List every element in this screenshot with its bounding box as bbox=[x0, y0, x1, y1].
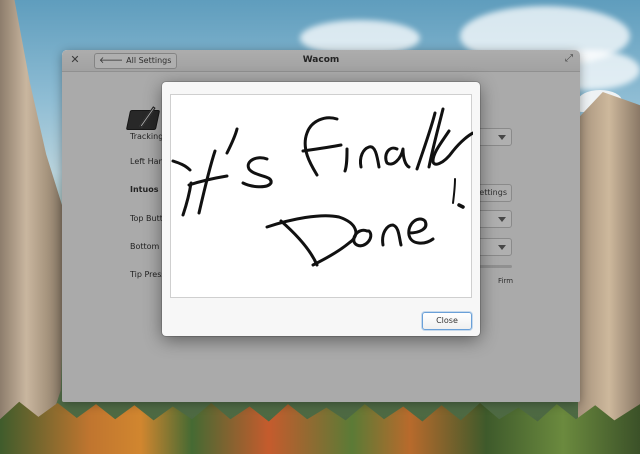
cliff-right bbox=[578, 92, 640, 422]
cliff-left bbox=[0, 0, 66, 454]
handwriting-strokes bbox=[171, 107, 473, 267]
drawing-canvas[interactable] bbox=[170, 94, 473, 298]
close-button[interactable]: Close bbox=[422, 312, 472, 330]
stylus-test-dialog: Close bbox=[162, 82, 480, 336]
forest bbox=[0, 401, 640, 454]
